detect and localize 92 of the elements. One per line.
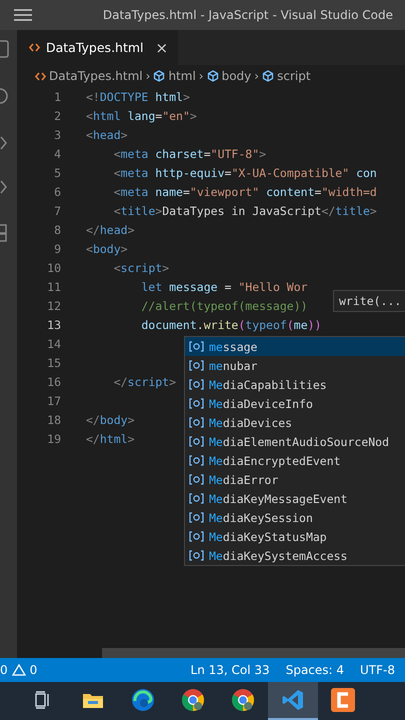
code-brackets-icon <box>29 43 40 52</box>
code-line: <script> <box>112 260 170 274</box>
code-line: </head> <box>86 222 134 236</box>
code-line: <head> <box>86 128 128 142</box>
cube-icon <box>262 70 274 82</box>
code-line: </body> <box>86 412 134 426</box>
suggestion-item[interactable]: MediaKeyMessageEvent <box>185 489 405 508</box>
suggestion-item[interactable]: message <box>185 337 405 356</box>
warning-count[interactable]: 0 <box>30 663 38 677</box>
code-line: </script> <box>112 374 176 388</box>
suggestion-item[interactable]: menubar <box>185 356 405 375</box>
status-item[interactable]: UTF-8 <box>360 663 395 677</box>
code-line: <title>DataTypes in JavaScript</title> <box>112 204 377 218</box>
suggestion-item[interactable]: MediaElementAudioSourceNod <box>185 432 405 451</box>
variable-icon <box>189 512 204 523</box>
code-line: <!DOCTYPE html> <box>86 90 190 104</box>
variable-icon <box>189 474 204 485</box>
cube-icon <box>206 70 219 82</box>
line-number: 4 <box>53 146 61 160</box>
chevron-separator: › <box>198 69 204 83</box>
chrome-browser-icon <box>181 688 205 712</box>
suggestion-item[interactable]: MediaKeySession <box>185 508 405 527</box>
suggestion-item[interactable]: MediaError <box>185 470 405 489</box>
close-icon[interactable]: × <box>156 38 168 56</box>
variable-icon <box>189 531 204 542</box>
breadcrumb[interactable]: html <box>153 69 196 83</box>
parameter-hint: write(... <box>333 290 405 312</box>
line-number: 8 <box>53 222 61 236</box>
cube-icon <box>153 70 166 82</box>
line-number: 18 <box>46 412 61 426</box>
breadcrumb[interactable]: script <box>262 69 311 83</box>
code-line: //alert(typeof(message)) <box>140 298 308 312</box>
warning-icon[interactable] <box>12 664 26 676</box>
suggestion-item[interactable]: MediaCapabilities <box>185 375 405 394</box>
chevron-icon[interactable] <box>0 136 8 150</box>
code-line: </html> <box>86 432 134 446</box>
code-line: <html lang="en"> <box>86 108 197 122</box>
error-count[interactable]: 0 <box>0 663 8 677</box>
variable-icon <box>189 493 204 504</box>
line-number: 10 <box>46 260 61 274</box>
code-line: document.write(typeof(me)) <box>140 318 322 332</box>
line-number: 7 <box>53 204 61 218</box>
line-number: 14 <box>46 336 61 350</box>
code-line: <meta charset="UTF-8"> <box>112 146 266 160</box>
variable-icon <box>189 436 204 447</box>
editor-tab[interactable]: DataTypes.html × <box>17 30 178 65</box>
camtasia-icon <box>331 688 355 712</box>
line-number: 2 <box>53 108 61 122</box>
variable-icon <box>189 379 204 390</box>
variable-icon <box>189 455 204 466</box>
suggestion-item[interactable]: MediaKeySystemAccess <box>185 546 405 565</box>
folder-icon <box>82 691 104 709</box>
code-line: <body> <box>86 242 128 256</box>
line-number: 13 <box>46 318 61 332</box>
chevron-separator: › <box>146 69 150 83</box>
line-number: 15 <box>46 356 61 370</box>
variable-icon <box>189 398 204 409</box>
suggestion-item[interactable]: MediaEncryptedEvent <box>185 451 405 470</box>
line-number: 16 <box>46 374 61 388</box>
code-line: <meta name="viewport" content="width=d <box>112 184 377 198</box>
window-title: DataTypes.html - JavaScript - Visual Studio Code <box>102 8 393 22</box>
breadcrumb[interactable]: DataTypes.html <box>35 69 143 83</box>
line-number: 12 <box>46 298 61 312</box>
line-number: 1 <box>53 90 61 104</box>
line-number: 3 <box>53 128 61 142</box>
vscode-icon <box>282 689 304 711</box>
line-number: 9 <box>53 242 61 256</box>
edge-browser-icon <box>131 688 155 712</box>
code-brackets-icon <box>35 72 46 80</box>
variable-icon <box>189 341 204 352</box>
suggestion-item[interactable]: MediaDeviceInfo <box>185 394 405 413</box>
status-item[interactable]: Ln 13, Col 33 <box>190 663 270 677</box>
status-item[interactable]: Spaces: 4 <box>286 663 344 677</box>
chrome-browser-icon <box>231 688 255 712</box>
suggestion-item[interactable]: MediaDevices <box>185 413 405 432</box>
variable-icon <box>189 360 204 371</box>
menu-icon[interactable] <box>14 9 32 21</box>
code-line: <meta http-equiv="X-UA-Compatible" con <box>112 166 377 180</box>
chevron-separator: › <box>254 69 260 83</box>
code-line: let message = "Hello Wor <box>140 280 308 294</box>
scrollbar-thumb[interactable] <box>102 648 405 658</box>
line-number: 5 <box>53 166 61 180</box>
variable-icon <box>189 417 204 428</box>
suggestion-item[interactable]: MediaKeyStatusMap <box>185 527 405 546</box>
line-number: 11 <box>46 280 61 294</box>
line-number: 19 <box>46 432 61 446</box>
line-number: 6 <box>53 184 61 198</box>
chevron-icon[interactable] <box>0 180 8 194</box>
variable-icon <box>189 550 204 561</box>
task-view-icon <box>35 691 51 709</box>
breadcrumb[interactable]: body <box>206 69 252 83</box>
line-number: 17 <box>46 394 61 408</box>
